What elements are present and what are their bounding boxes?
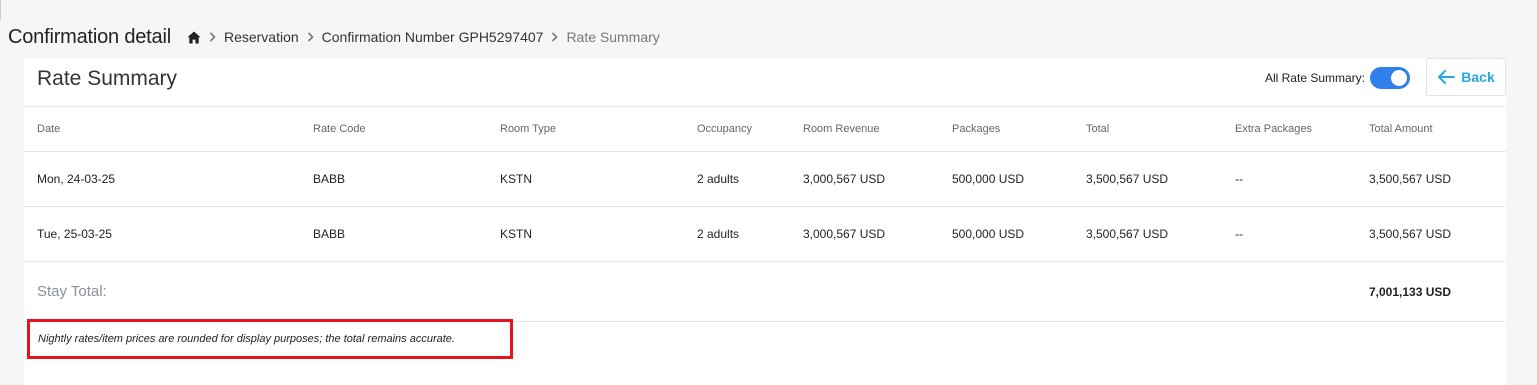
cell-packages: 500,000 USD: [952, 227, 1025, 241]
chevron-right-icon: [209, 32, 216, 42]
column-header-rate-code: Rate Code: [313, 123, 366, 135]
stay-total-label: Stay Total:: [37, 283, 107, 300]
cell-packages: 500,000 USD: [952, 172, 1025, 186]
all-rate-summary-toggle-group: All Rate Summary:: [1265, 66, 1410, 90]
home-icon[interactable]: [187, 31, 201, 44]
cell-room-revenue: 3,000,567 USD: [803, 172, 886, 186]
chevron-right-icon: [551, 32, 559, 42]
cell-room-type: KSTN: [500, 172, 533, 186]
rate-summary-card: Rate Summary All Rate Summary: Back Date…: [24, 58, 1506, 385]
arrow-left-icon: [1438, 70, 1456, 84]
column-header-packages: Packages: [952, 123, 1001, 135]
toggle-knob: [1391, 70, 1407, 86]
column-header-date: Date: [37, 123, 61, 135]
cell-room-revenue: 3,000,567 USD: [803, 227, 886, 241]
all-rate-summary-toggle[interactable]: [1370, 67, 1410, 89]
cell-total: 3,500,567 USD: [1086, 227, 1169, 241]
column-header-room-type: Room Type: [500, 123, 557, 135]
breadcrumb-confirmation-number[interactable]: Confirmation Number GPH5297407: [322, 29, 544, 45]
card-title: Rate Summary: [37, 67, 178, 90]
cell-total: 3,500,567 USD: [1086, 172, 1169, 186]
cell-occupancy: 2 adults: [697, 227, 740, 241]
back-button[interactable]: Back: [1426, 58, 1506, 96]
page: Confirmation detail Reservation Confirma…: [0, 0, 1537, 385]
cell-rate-code: BABB: [313, 172, 346, 186]
table-row: Mon, 24-03-25 BABB KSTN 2 adults 3,000,5…: [24, 152, 1506, 207]
cell-extra-packages: --: [1235, 227, 1243, 241]
cell-extra-packages: --: [1235, 172, 1243, 186]
cell-occupancy: 2 adults: [697, 172, 740, 186]
column-header-total: Total: [1086, 123, 1110, 135]
cell-date: Tue, 25-03-25: [37, 227, 112, 241]
breadcrumb: Reservation Confirmation Number GPH52974…: [187, 29, 660, 45]
column-header-room-revenue: Room Revenue: [803, 123, 880, 135]
breadcrumb-rate-summary: Rate Summary: [566, 29, 660, 45]
card-header: Rate Summary All Rate Summary: Back: [24, 58, 1506, 107]
cell-total-amount: 3,500,567 USD: [1369, 172, 1452, 186]
column-header-occupancy: Occupancy: [697, 123, 753, 135]
cell-rate-code: BABB: [313, 227, 346, 241]
cell-room-type: KSTN: [500, 227, 533, 241]
stay-total-row: Stay Total: 7,001,133 USD: [24, 262, 1506, 322]
column-header-extra-packages: Extra Packages: [1235, 123, 1313, 135]
page-header: Confirmation detail Reservation Confirma…: [8, 20, 660, 54]
stay-total-value: 7,001,133 USD: [1369, 284, 1452, 299]
breadcrumb-reservation[interactable]: Reservation: [224, 29, 299, 45]
cell-date: Mon, 24-03-25: [37, 172, 116, 186]
window-edge: [0, 0, 4, 20]
chevron-right-icon: [307, 32, 314, 42]
table-row: Tue, 25-03-25 BABB KSTN 2 adults 3,000,5…: [24, 207, 1506, 262]
rounding-note: Nightly rates/item prices are rounded fo…: [27, 319, 513, 359]
table-header: Date Rate Code Room Type Occupancy Room …: [24, 107, 1506, 152]
page-title: Confirmation detail: [8, 25, 171, 48]
cell-total-amount: 3,500,567 USD: [1369, 227, 1452, 241]
back-label: Back: [1461, 69, 1495, 85]
toggle-label: All Rate Summary:: [1264, 71, 1365, 85]
column-header-total-amount: Total Amount: [1369, 123, 1433, 135]
